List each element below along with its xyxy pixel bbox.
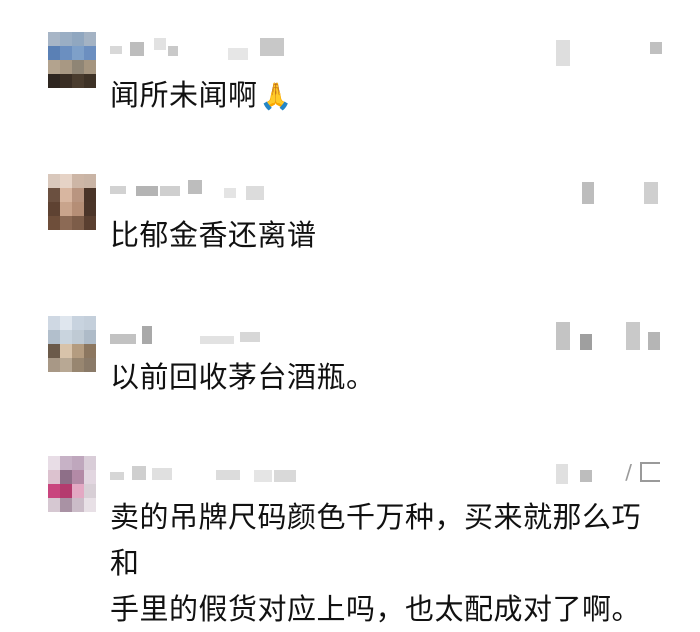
avatar-pixel (48, 60, 60, 74)
avatar-pixel (84, 456, 96, 470)
avatar-pixel (84, 344, 96, 358)
avatar-pixel (84, 46, 96, 60)
avatar-pixel (84, 498, 96, 512)
avatar-pixel (72, 330, 84, 344)
avatar-pixel (72, 174, 84, 188)
avatar-pixel (48, 456, 60, 470)
avatar-pixel (60, 358, 72, 372)
avatar-pixel (84, 216, 96, 230)
avatar-pixel (60, 456, 72, 470)
username-blurred[interactable] (110, 38, 284, 60)
time-location-blurred (582, 182, 658, 204)
avatar-pixel (72, 344, 84, 358)
avatar-pixel (60, 174, 72, 188)
avatar-pixel (84, 470, 96, 484)
avatar[interactable] (48, 456, 96, 512)
avatar-pixel (48, 74, 60, 88)
avatar-pixel (84, 316, 96, 330)
avatar[interactable] (48, 32, 96, 88)
username-blurred[interactable] (110, 464, 296, 482)
avatar[interactable] (48, 174, 96, 230)
avatar-pixel (84, 330, 96, 344)
avatar-pixel (84, 74, 96, 88)
avatar-pixel (60, 202, 72, 216)
avatar-pixel (72, 216, 84, 230)
avatar-pixel (72, 74, 84, 88)
avatar-pixel (48, 484, 60, 498)
avatar-pixel (60, 32, 72, 46)
avatar-pixel (48, 358, 60, 372)
avatar-pixel (72, 32, 84, 46)
comment-text: 闻所未闻啊🙏 (110, 78, 293, 112)
avatar-pixel (72, 470, 84, 484)
avatar-pixel (72, 498, 84, 512)
avatar-pixel (48, 216, 60, 230)
avatar-pixel (72, 316, 84, 330)
avatar-pixel (48, 46, 60, 60)
avatar-pixel (84, 484, 96, 498)
avatar-pixel (60, 74, 72, 88)
avatar-pixel (84, 32, 96, 46)
comment-text: 以前回收茅台酒瓶。 (110, 360, 376, 394)
avatar-pixel (72, 188, 84, 202)
avatar-pixel (72, 358, 84, 372)
avatar-pixel (72, 202, 84, 216)
avatar-pixel (48, 32, 60, 46)
avatar-pixel (84, 358, 96, 372)
box-icon[interactable] (640, 462, 660, 482)
avatar-pixel (60, 316, 72, 330)
avatar-pixel (84, 202, 96, 216)
pray-emoji-icon: 🙏 (259, 82, 293, 112)
avatar-pixel (60, 484, 72, 498)
time-location-blurred (556, 40, 662, 66)
avatar-pixel (60, 344, 72, 358)
avatar-pixel (48, 316, 60, 330)
avatar-pixel (84, 60, 96, 74)
comment-text: 卖的吊牌尺码颜色千万种，买来就那么巧和 手里的假货对应上吗，也太配成对了啊。 (110, 500, 642, 626)
avatar-pixel (60, 60, 72, 74)
avatar-pixel (48, 498, 60, 512)
avatar-pixel (60, 46, 72, 60)
avatar-pixel (60, 470, 72, 484)
avatar-pixel (48, 202, 60, 216)
avatar-pixel (48, 330, 60, 344)
avatar-pixel (72, 484, 84, 498)
comment-actions: / (625, 460, 660, 484)
avatar-pixel (60, 330, 72, 344)
slash-icon[interactable]: / (625, 460, 632, 484)
avatar-pixel (60, 498, 72, 512)
avatar-pixel (48, 470, 60, 484)
username-blurred[interactable] (110, 326, 260, 344)
time-location-blurred (556, 464, 592, 484)
avatar-pixel (48, 174, 60, 188)
comment-text: 比郁金香还离谱 (110, 218, 317, 252)
username-blurred[interactable] (110, 180, 264, 200)
avatar-pixel (60, 188, 72, 202)
avatar-pixel (60, 216, 72, 230)
avatar-pixel (48, 188, 60, 202)
avatar-pixel (48, 344, 60, 358)
avatar-pixel (84, 188, 96, 202)
avatar[interactable] (48, 316, 96, 372)
avatar-pixel (72, 46, 84, 60)
avatar-pixel (72, 456, 84, 470)
avatar-pixel (84, 174, 96, 188)
time-location-blurred (556, 322, 660, 350)
avatar-pixel (72, 60, 84, 74)
